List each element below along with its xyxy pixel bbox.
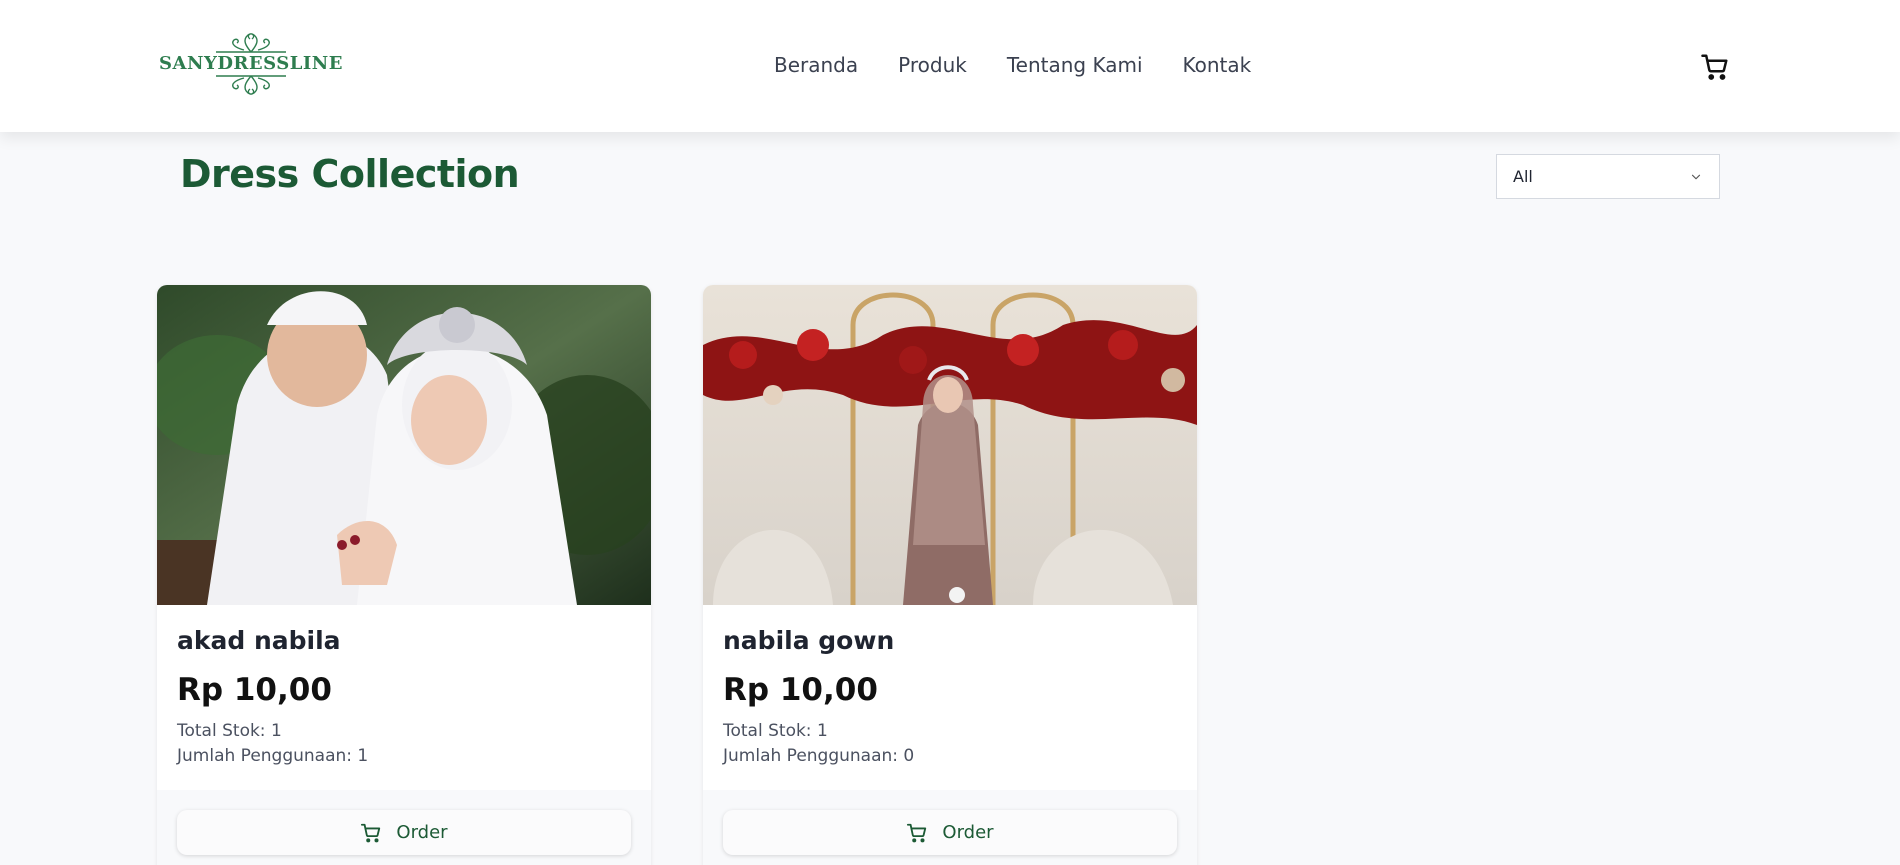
page-title: Dress Collection bbox=[180, 152, 520, 196]
nav-item-produk[interactable]: Produk bbox=[898, 48, 967, 82]
logo-ornament-bottom-icon bbox=[216, 75, 286, 95]
order-button[interactable]: Order bbox=[177, 810, 631, 855]
nav-item-kontak[interactable]: Kontak bbox=[1183, 48, 1252, 82]
main-nav: Beranda Produk Tentang Kami Kontak bbox=[774, 48, 1251, 82]
nav-item-beranda[interactable]: Beranda bbox=[774, 48, 858, 82]
product-price: Rp 10,00 bbox=[723, 672, 878, 708]
product-name: nabila gown bbox=[723, 626, 895, 655]
brand-name: SANYDRESSLINE bbox=[159, 53, 343, 74]
product-card: akad nabila Rp 10,00 Total Stok: 1 Jumla… bbox=[157, 285, 651, 865]
logo-ornament-top-icon bbox=[216, 33, 286, 53]
product-card: nabila gown Rp 10,00 Total Stok: 1 Jumla… bbox=[703, 285, 1197, 865]
nav-item-tentang-kami[interactable]: Tentang Kami bbox=[1007, 48, 1143, 82]
product-stock: Total Stok: 1 bbox=[723, 721, 828, 741]
product-image[interactable] bbox=[703, 285, 1197, 605]
cart-button[interactable] bbox=[1700, 52, 1730, 82]
product-info: akad nabila Rp 10,00 Total Stok: 1 Jumla… bbox=[157, 605, 651, 790]
product-name: akad nabila bbox=[177, 626, 341, 655]
site-header: SANYDRESSLINE Beranda Produk Tentang Kam… bbox=[0, 0, 1900, 132]
product-price: Rp 10,00 bbox=[177, 672, 332, 708]
filter-selected-value: All bbox=[1513, 167, 1533, 186]
brand-logo[interactable]: SANYDRESSLINE bbox=[159, 22, 342, 106]
cart-icon bbox=[361, 823, 381, 842]
product-usage: Jumlah Penggunaan: 0 bbox=[723, 746, 915, 766]
product-usage: Jumlah Penggunaan: 1 bbox=[177, 746, 369, 766]
product-image[interactable] bbox=[157, 285, 651, 605]
cart-icon bbox=[907, 823, 927, 842]
category-filter-select[interactable]: All bbox=[1496, 154, 1720, 199]
product-info: nabila gown Rp 10,00 Total Stok: 1 Jumla… bbox=[703, 605, 1197, 790]
order-label: Order bbox=[396, 822, 448, 843]
order-label: Order bbox=[942, 822, 994, 843]
order-button[interactable]: Order bbox=[723, 810, 1177, 855]
product-stock: Total Stok: 1 bbox=[177, 721, 282, 741]
cart-icon bbox=[1701, 54, 1728, 80]
chevron-down-icon bbox=[1691, 174, 1701, 180]
